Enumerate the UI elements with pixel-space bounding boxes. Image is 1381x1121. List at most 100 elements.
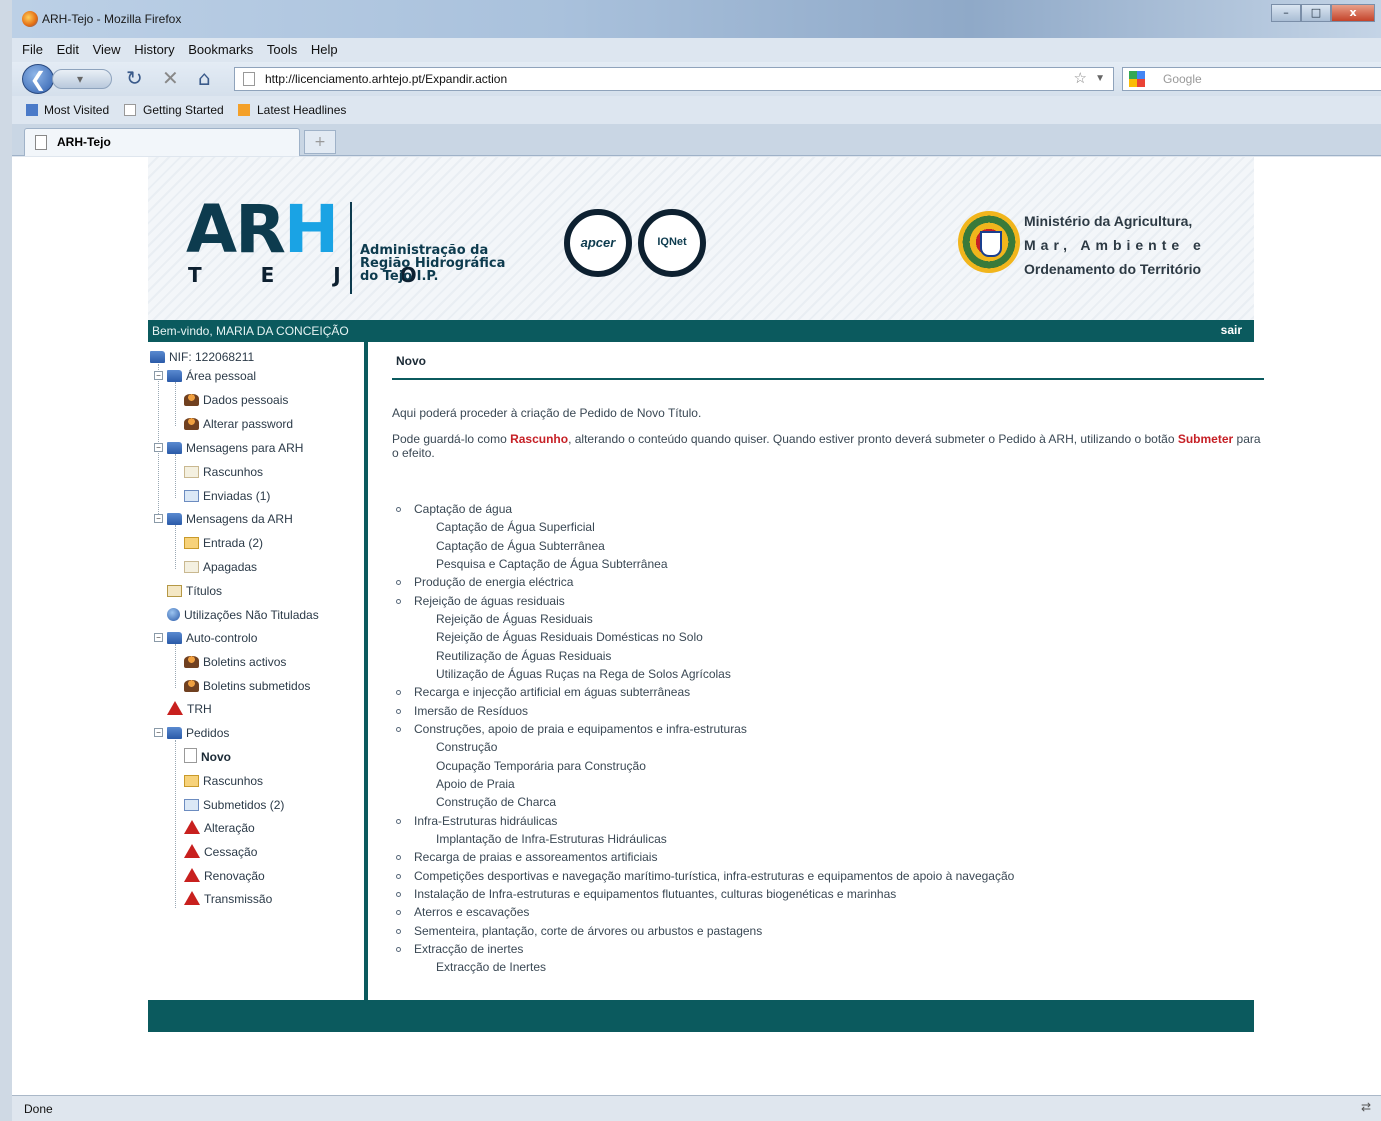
sidebar-item-label: Mensagens da ARH (186, 512, 293, 526)
reload-icon[interactable]: ↻ (126, 66, 143, 90)
minimize-button[interactable]: – (1271, 4, 1301, 22)
bookmark-most-visited[interactable]: Most Visited (44, 103, 109, 117)
sidebar-item-rascunhos-pedidos[interactable]: Rascunhos (184, 772, 263, 790)
sidebar-item-boletins-submetidos[interactable]: Boletins submetidos (184, 677, 310, 695)
request-link[interactable]: Captação de Água Subterrânea (436, 537, 605, 555)
menu-tools[interactable]: Tools (267, 42, 297, 57)
folder-icon (167, 513, 182, 525)
google-icon[interactable] (1129, 71, 1145, 87)
category-item[interactable]: Recarga e injecção artificial em águas s… (396, 683, 690, 701)
request-link[interactable]: Utilização de Águas Ruças na Rega de Sol… (436, 665, 731, 683)
sidebar-item-enviadas[interactable]: Enviadas (1) (184, 487, 270, 505)
collapse-toggle[interactable]: − (154, 443, 163, 452)
category-item[interactable]: Produção de energia eléctrica (396, 573, 573, 591)
request-link[interactable]: Construção (436, 738, 497, 756)
request-link[interactable]: Pesquisa e Captação de Água Subterrânea (436, 555, 668, 573)
sidebar-item-cessacao[interactable]: Cessação (184, 843, 257, 861)
request-link[interactable]: Implantação de Infra-Estruturas Hidráuli… (436, 830, 667, 848)
category-item[interactable]: Competições desportivas e navegação marí… (396, 867, 1014, 885)
sidebar-item-pedidos[interactable]: Pedidos (167, 724, 229, 742)
category-item[interactable]: Instalação de Infra-estruturas e equipam… (396, 885, 896, 903)
home-icon[interactable]: ⌂ (198, 66, 211, 90)
category-item[interactable]: Captação de água (396, 500, 512, 518)
request-link[interactable]: Ocupação Temporária para Construção (436, 757, 646, 775)
bullet (396, 507, 401, 512)
user-icon (184, 680, 199, 692)
menu-edit[interactable]: Edit (57, 42, 79, 57)
envelope-icon (184, 466, 199, 478)
sidebar-item-mensagens-para-arh[interactable]: Mensagens para ARH (167, 439, 303, 457)
bookmark-getting-started[interactable]: Getting Started (143, 103, 224, 117)
bullet (396, 580, 401, 585)
sidebar-item-nif[interactable]: NIF: 122068211 (150, 348, 254, 366)
tab-strip: ARH-Tejo + (12, 124, 1381, 156)
request-link[interactable]: Extracção de Inertes (436, 958, 546, 976)
menu-history[interactable]: History (134, 42, 174, 57)
menu-help[interactable]: Help (311, 42, 338, 57)
bookmark-star-icon[interactable]: ☆ (1074, 68, 1087, 90)
sidebar-item-entrada[interactable]: Entrada (2) (184, 534, 263, 552)
logout-link[interactable]: sair (1221, 323, 1242, 337)
sidebar-item-alteracao[interactable]: Alteração (184, 819, 255, 837)
sidebar-divider (364, 342, 368, 1000)
tab-arh-tejo[interactable]: ARH-Tejo (24, 128, 300, 156)
maximize-button[interactable]: □ (1301, 4, 1331, 22)
sidebar-item-rascunhos-msg[interactable]: Rascunhos (184, 463, 263, 481)
sidebar-item-titulos[interactable]: Títulos (167, 582, 222, 600)
bullet (396, 727, 401, 732)
bookmarks-toolbar: Most Visited Getting Started Latest Head… (12, 96, 1381, 124)
sidebar-item-label: Submetidos (2) (203, 798, 285, 812)
category-item[interactable]: Imersão de Resíduos (396, 702, 528, 720)
sidebar-item-auto-controlo[interactable]: Auto-controlo (167, 629, 257, 647)
url-dropdown-icon[interactable]: ▼ (1095, 68, 1105, 90)
category-item[interactable]: Infra-Estruturas hidráulicas (396, 812, 557, 830)
sidebar-tree: NIF: 122068211 − Área pessoal Dados pess… (148, 342, 364, 1000)
sidebar-item-dados-pessoais[interactable]: Dados pessoais (184, 391, 288, 409)
request-link[interactable]: Captação de Água Superficial (436, 518, 595, 536)
sidebar-item-renovacao[interactable]: Renovação (184, 867, 265, 885)
category-item[interactable]: Extracção de inertes (396, 940, 523, 958)
sidebar-item-mensagens-da-arh[interactable]: Mensagens da ARH (167, 510, 293, 528)
request-link[interactable]: Rejeição de Águas Residuais Domésticas n… (436, 628, 703, 646)
request-link[interactable]: Reutilização de Águas Residuais (436, 647, 611, 665)
url-bar[interactable]: http://licenciamento.arhtejo.pt/Expandir… (234, 67, 1114, 91)
stop-icon[interactable]: ✕ (162, 66, 179, 90)
sidebar-item-label: Dados pessoais (203, 393, 289, 407)
close-button[interactable]: x (1331, 4, 1375, 22)
sidebar-item-boletins-activos[interactable]: Boletins activos (184, 653, 286, 671)
list-item-label: Rejeição de águas residuais (414, 594, 565, 608)
page-icon (124, 104, 136, 116)
instructions-text: Pode guardá-lo como Rascunho, alterando … (392, 432, 1264, 460)
sidebar-item-utilizacoes[interactable]: Utilizações Não Tituladas (167, 606, 319, 624)
new-tab-button[interactable]: + (304, 130, 336, 154)
request-link[interactable]: Rejeição de Águas Residuais (436, 610, 593, 628)
sidebar-item-submetidos[interactable]: Submetidos (2) (184, 796, 284, 814)
sidebar-item-alterar-password[interactable]: Alterar password (184, 415, 293, 433)
category-item[interactable]: Sementeira, plantação, corte de árvores … (396, 922, 762, 940)
menu-view[interactable]: View (93, 42, 121, 57)
category-item[interactable]: Construções, apoio de praia e equipament… (396, 720, 747, 738)
bookmark-latest-headlines[interactable]: Latest Headlines (257, 103, 346, 117)
forward-button[interactable]: ▾ (52, 69, 112, 89)
collapse-toggle[interactable]: − (154, 371, 163, 380)
logo-divider (350, 202, 352, 294)
menu-bookmarks[interactable]: Bookmarks (188, 42, 253, 57)
category-item[interactable]: Rejeição de águas residuais (396, 592, 565, 610)
sidebar-item-area-pessoal[interactable]: Área pessoal (167, 367, 256, 385)
search-bar[interactable]: Google ⌕ (1122, 67, 1381, 91)
sidebar-item-novo[interactable]: Novo (184, 748, 231, 766)
back-button[interactable]: ❮ (22, 64, 54, 94)
collapse-toggle[interactable]: − (154, 633, 163, 642)
collapse-toggle[interactable]: − (154, 514, 163, 523)
page-icon (35, 135, 47, 150)
request-link[interactable]: Apoio de Praia (436, 775, 515, 793)
sidebar-item-apagadas[interactable]: Apagadas (184, 558, 257, 576)
category-item[interactable]: Aterros e escavações (396, 903, 529, 921)
sidebar-item-trh[interactable]: TRH (167, 700, 212, 718)
collapse-toggle[interactable]: − (154, 728, 163, 737)
request-link[interactable]: Construção de Charca (436, 793, 556, 811)
category-item[interactable]: Recarga de praias e assoreamentos artifi… (396, 848, 657, 866)
sidebar-item-transmissao[interactable]: Transmissão (184, 890, 272, 908)
menu-file[interactable]: File (22, 42, 43, 57)
sidebar-item-label: TRH (187, 702, 212, 716)
